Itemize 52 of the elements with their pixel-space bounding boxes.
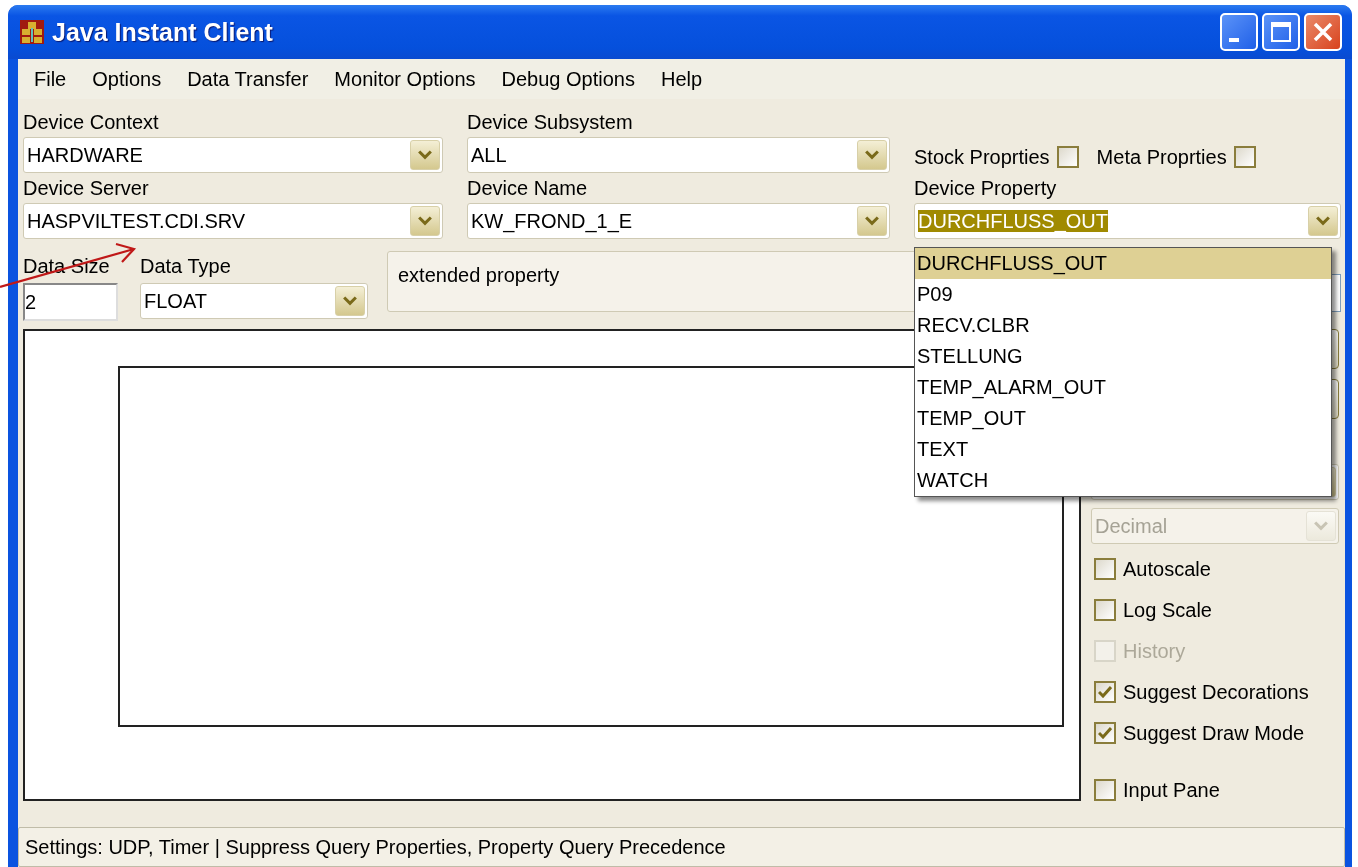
minimize-button[interactable] [1220, 13, 1258, 51]
checkbox-label: Meta Proprties [1096, 145, 1227, 169]
dropdown-option[interactable]: STELLUNG [915, 341, 1331, 372]
checkbox-label: Input Pane [1123, 778, 1220, 802]
checkbox-label: History [1123, 639, 1186, 663]
dropdown-option[interactable]: DURCHFLUSS_OUT [915, 248, 1331, 279]
checkbox-label: Log Scale [1123, 598, 1212, 622]
dropdown[interactable]: HARDWARE [23, 137, 443, 173]
checkbox[interactable] [1094, 722, 1116, 744]
checkbox[interactable] [1094, 599, 1116, 621]
maximize-icon [1270, 21, 1292, 43]
dropdown-option[interactable]: RECV.CLBR [915, 310, 1331, 341]
dropdown[interactable]: FLOAT [140, 283, 368, 319]
field-label: Device Subsystem [467, 109, 634, 135]
app-logo-icon [20, 20, 44, 44]
dropdown[interactable]: KW_FROND_1_E [467, 203, 890, 239]
minimize-icon [1229, 38, 1239, 42]
status-bar: Settings: UDP, Timer | Suppress Query Properties, Property Query Precedence [18, 827, 1345, 867]
checkbox[interactable] [1094, 558, 1116, 580]
checkbox-label: Suggest Decorations [1123, 680, 1309, 704]
dropdown-option[interactable]: TEMP_OUT [915, 403, 1331, 434]
maximize-button[interactable] [1262, 13, 1300, 51]
checkbox-label: Autoscale [1123, 557, 1211, 581]
field-label: Data Type [140, 253, 232, 279]
check-icon [1098, 686, 1112, 698]
dropdown[interactable]: HASPVILTEST.CDI.SRV [23, 203, 443, 239]
menu-item[interactable]: Monitor Options [321, 67, 489, 91]
close-button[interactable] [1304, 13, 1342, 51]
menu-item[interactable]: Help [647, 67, 716, 91]
field-label: Device Property [914, 175, 1058, 201]
field-label: Data Size [23, 253, 111, 279]
field-label: Device Context [23, 109, 160, 135]
data-size-field[interactable]: 2 [23, 283, 118, 321]
dropdown[interactable]: ALL [467, 137, 890, 173]
menu-item[interactable]: Options [79, 67, 175, 91]
field-label: Device Server [23, 175, 150, 201]
dropdown-option[interactable]: TEXT [915, 434, 1331, 465]
menu-item[interactable]: Data Transfer [174, 67, 322, 91]
dropdown-option[interactable]: WATCH [915, 465, 1331, 496]
menu-item[interactable]: Debug Options [488, 67, 648, 91]
menu-item[interactable]: File [21, 67, 80, 91]
checkbox[interactable] [1094, 779, 1116, 801]
checkbox[interactable] [1094, 681, 1116, 703]
checkbox[interactable] [1056, 146, 1079, 168]
check-icon [1098, 727, 1112, 739]
checkbox-label: Suggest Draw Mode [1123, 721, 1305, 745]
field-label: Device Name [467, 175, 589, 201]
close-icon [1312, 21, 1334, 43]
window-title: Java Instant Client [52, 17, 274, 47]
checkbox[interactable] [1233, 146, 1256, 168]
dropdown-option[interactable]: TEMP_ALARM_OUT [915, 372, 1331, 403]
checkbox-label: Stock Proprties [914, 145, 1050, 169]
